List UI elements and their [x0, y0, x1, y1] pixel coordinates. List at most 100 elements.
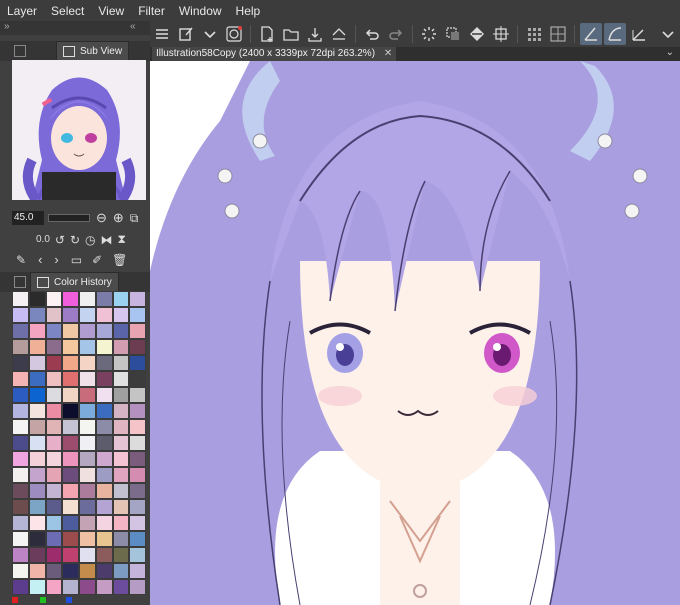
color-swatch[interactable]: [129, 419, 146, 435]
color-swatch[interactable]: [12, 531, 29, 547]
color-swatch[interactable]: [112, 515, 130, 531]
color-swatch[interactable]: [112, 579, 130, 595]
color-swatch[interactable]: [45, 387, 63, 403]
color-swatch[interactable]: [79, 371, 96, 387]
color-swatch[interactable]: [12, 483, 29, 499]
color-swatch[interactable]: [62, 563, 79, 579]
color-swatch[interactable]: [129, 467, 146, 483]
color-swatch[interactable]: [129, 547, 146, 563]
chevron-down-icon[interactable]: ⌄: [666, 47, 674, 58]
hamburger-menu-icon[interactable]: [151, 23, 173, 45]
color-swatch[interactable]: [12, 307, 29, 323]
color-swatch[interactable]: [79, 355, 96, 371]
color-swatch[interactable]: [62, 339, 79, 355]
menu-select[interactable]: Select: [44, 4, 91, 18]
open-folder-icon[interactable]: [280, 23, 302, 45]
chevron-down-icon[interactable]: [657, 23, 679, 45]
color-swatch[interactable]: [95, 355, 113, 371]
previous-icon[interactable]: ‹: [38, 252, 42, 267]
color-swatch[interactable]: [79, 483, 96, 499]
color-swatch[interactable]: [129, 531, 146, 547]
color-swatch[interactable]: [45, 355, 63, 371]
menu-help[interactable]: Help: [229, 4, 268, 18]
drawing-canvas[interactable]: [150, 61, 680, 605]
color-swatch[interactable]: [62, 307, 79, 323]
color-swatch[interactable]: [62, 291, 79, 307]
color-swatch[interactable]: [112, 483, 130, 499]
color-swatch[interactable]: [28, 531, 46, 547]
color-swatch[interactable]: [62, 355, 79, 371]
color-swatch[interactable]: [95, 451, 113, 467]
color-swatch[interactable]: [28, 419, 46, 435]
fill-icon[interactable]: [466, 23, 488, 45]
color-swatch[interactable]: [12, 467, 29, 483]
zoom-value-field[interactable]: 45.0: [12, 211, 44, 225]
color-swatch[interactable]: [95, 435, 113, 451]
color-swatch[interactable]: [62, 451, 79, 467]
color-swatch[interactable]: [95, 547, 113, 563]
color-swatch[interactable]: [12, 515, 29, 531]
color-swatch[interactable]: [112, 387, 130, 403]
color-swatch[interactable]: [45, 371, 63, 387]
color-swatch[interactable]: [95, 483, 113, 499]
color-swatch[interactable]: [79, 531, 96, 547]
color-swatch[interactable]: [79, 435, 96, 451]
panel-menu-icon[interactable]: [14, 276, 26, 288]
color-swatch[interactable]: [95, 387, 113, 403]
flip-horizontal-icon[interactable]: ⧓: [101, 233, 113, 247]
color-swatch[interactable]: [12, 499, 29, 515]
next-icon[interactable]: ›: [54, 252, 58, 267]
color-swatch[interactable]: [129, 355, 146, 371]
color-swatch[interactable]: [95, 403, 113, 419]
color-swatch[interactable]: [112, 323, 130, 339]
color-swatch[interactable]: [28, 563, 46, 579]
color-swatch[interactable]: [95, 499, 113, 515]
color-swatch[interactable]: [45, 483, 63, 499]
color-swatch[interactable]: [28, 387, 46, 403]
color-swatch[interactable]: [28, 467, 46, 483]
redo-icon[interactable]: [385, 23, 407, 45]
color-swatch[interactable]: [79, 547, 96, 563]
color-swatch[interactable]: [62, 499, 79, 515]
transform-icon[interactable]: [490, 23, 512, 45]
color-swatch[interactable]: [95, 371, 113, 387]
snap-special-ruler-icon[interactable]: [628, 23, 650, 45]
color-swatch[interactable]: [112, 547, 130, 563]
expand-arrows-icon[interactable]: «: [130, 21, 136, 32]
color-swatch[interactable]: [45, 467, 63, 483]
color-swatch[interactable]: [79, 563, 96, 579]
color-swatch[interactable]: [62, 419, 79, 435]
color-swatch[interactable]: [12, 323, 29, 339]
color-swatch[interactable]: [129, 291, 146, 307]
color-swatch[interactable]: [45, 515, 63, 531]
color-swatch[interactable]: [62, 547, 79, 563]
color-swatch[interactable]: [112, 467, 130, 483]
color-swatch[interactable]: [129, 435, 146, 451]
color-swatch[interactable]: [45, 291, 63, 307]
color-swatch[interactable]: [45, 547, 63, 563]
color-swatch[interactable]: [129, 339, 146, 355]
color-swatch[interactable]: [112, 403, 130, 419]
color-swatch[interactable]: [112, 451, 130, 467]
zoom-out-icon[interactable]: ⊖: [96, 210, 107, 226]
color-swatch[interactable]: [28, 307, 46, 323]
color-swatch[interactable]: [28, 403, 46, 419]
tab-sub-view[interactable]: Sub View: [56, 41, 130, 61]
color-swatch[interactable]: [28, 547, 46, 563]
color-swatch[interactable]: [95, 579, 113, 595]
color-swatch[interactable]: [12, 579, 29, 595]
color-swatch[interactable]: [62, 483, 79, 499]
fit-window-icon[interactable]: ⧉: [130, 211, 139, 226]
collapse-arrows-icon[interactable]: »: [4, 21, 10, 32]
color-swatch[interactable]: [129, 579, 146, 595]
color-swatch[interactable]: [112, 291, 130, 307]
color-swatch[interactable]: [28, 515, 46, 531]
color-swatch[interactable]: [95, 339, 113, 355]
color-swatch[interactable]: [45, 451, 63, 467]
color-swatch[interactable]: [45, 563, 63, 579]
color-swatch[interactable]: [129, 323, 146, 339]
import-image-icon[interactable]: ▭: [71, 253, 82, 267]
color-swatch[interactable]: [129, 307, 146, 323]
color-swatch[interactable]: [112, 531, 130, 547]
color-swatch[interactable]: [112, 307, 130, 323]
